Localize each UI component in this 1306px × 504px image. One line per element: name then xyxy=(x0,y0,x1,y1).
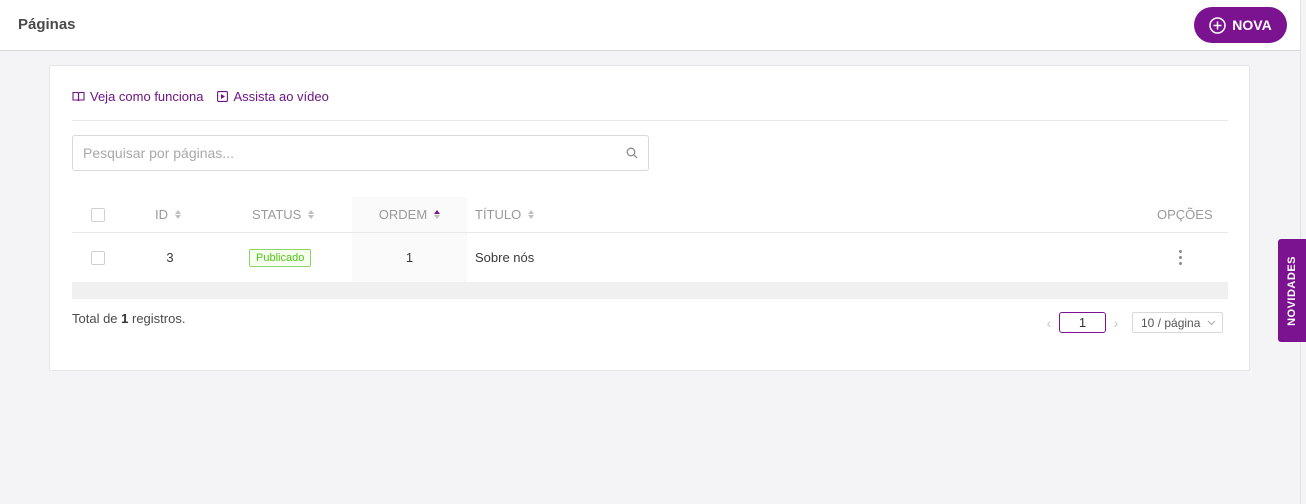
column-title-header[interactable]: TÍTULO xyxy=(475,197,535,232)
status-badge: Publicado xyxy=(249,248,312,267)
select-all-cell xyxy=(91,197,105,232)
table-row[interactable]: 3 Publicado 1 Sobre nós xyxy=(72,233,1228,282)
book-icon xyxy=(72,91,85,102)
total-records: Total de 1 registros. xyxy=(72,311,185,326)
row-order: 1 xyxy=(352,233,467,282)
column-id-label: ID xyxy=(155,207,168,222)
search-input[interactable] xyxy=(73,136,613,170)
top-bar: Páginas NOVA xyxy=(0,0,1300,51)
column-id-header[interactable]: ID xyxy=(155,197,181,232)
table-scrollbar xyxy=(72,282,1228,299)
page-size-select[interactable]: 10 / página xyxy=(1132,312,1223,333)
pages-table: ID STATUS ORDEM TÍTULO OPÇÕES 3 Publicad… xyxy=(72,197,1228,299)
help-links: Veja como funciona Assista ao vídeo xyxy=(72,89,329,104)
column-options-label: OPÇÕES xyxy=(1157,207,1213,222)
novidades-label: NOVIDADES xyxy=(1286,255,1298,326)
sort-icon xyxy=(528,210,535,219)
more-options-icon[interactable] xyxy=(1179,250,1182,265)
watch-video-label: Assista ao vídeo xyxy=(233,89,329,104)
column-status-label: STATUS xyxy=(252,207,302,222)
page-title: Páginas xyxy=(18,16,76,33)
select-all-checkbox[interactable] xyxy=(91,207,105,222)
column-status-header[interactable]: STATUS xyxy=(252,197,315,232)
novidades-side-tab[interactable]: NOVIDADES xyxy=(1278,239,1306,342)
sort-icon xyxy=(175,210,181,219)
sort-icon xyxy=(308,210,315,219)
column-title-label: TÍTULO xyxy=(475,207,522,222)
row-options-cell xyxy=(1179,233,1182,282)
table-header: ID STATUS ORDEM TÍTULO OPÇÕES xyxy=(72,197,1228,233)
row-id: 3 xyxy=(166,250,174,265)
new-page-button[interactable]: NOVA xyxy=(1194,7,1287,43)
page-size-value: 10 / página xyxy=(1141,315,1201,330)
new-button-label: NOVA xyxy=(1232,17,1272,33)
current-page[interactable]: 1 xyxy=(1059,312,1106,333)
how-it-works-label: Veja como funciona xyxy=(90,89,204,104)
row-checkbox[interactable] xyxy=(91,250,105,265)
search-box xyxy=(72,135,649,171)
column-options-header: OPÇÕES xyxy=(1157,197,1213,232)
plus-circle-icon xyxy=(1209,16,1227,34)
divider xyxy=(72,120,1228,121)
row-select-cell xyxy=(91,233,105,282)
row-status-cell: Publicado xyxy=(249,233,312,282)
total-suffix: registros. xyxy=(128,311,186,326)
sort-ascending-icon xyxy=(434,210,441,219)
pagination: ‹ 1 › 10 / página xyxy=(1041,312,1223,333)
total-prefix: Total de xyxy=(72,311,122,326)
search-icon[interactable] xyxy=(626,147,638,159)
row-title: Sobre nós xyxy=(475,250,535,265)
prev-page-icon[interactable]: ‹ xyxy=(1041,315,1057,331)
play-video-icon xyxy=(217,91,229,102)
next-page-icon[interactable]: › xyxy=(1108,315,1124,331)
content-card: Veja como funciona Assista ao vídeo ID xyxy=(49,65,1250,371)
how-it-works-link[interactable]: Veja como funciona xyxy=(72,89,203,104)
column-order-header[interactable]: ORDEM xyxy=(352,197,467,232)
column-order-label: ORDEM xyxy=(378,207,428,222)
watch-video-link[interactable]: Assista ao vídeo xyxy=(217,89,329,104)
chevron-down-icon xyxy=(1207,320,1216,325)
